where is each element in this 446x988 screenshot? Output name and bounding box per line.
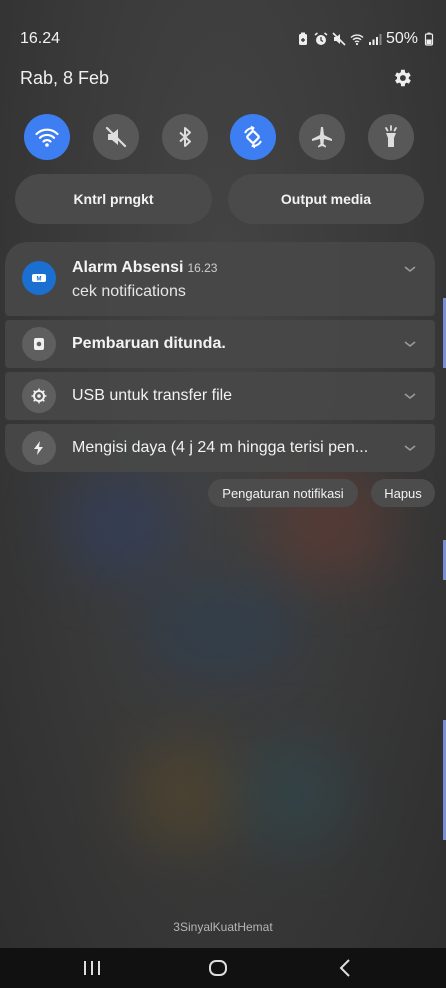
notification-title: Pembaruan ditunda. bbox=[72, 335, 226, 352]
device-control-button[interactable]: Kntrl prngkt bbox=[15, 174, 212, 224]
gear-icon[interactable] bbox=[391, 67, 413, 89]
notification-title: Alarm Absensi 16.23 bbox=[72, 259, 217, 277]
status-time: 16.24 bbox=[20, 30, 61, 47]
notification-time: 16.23 bbox=[187, 261, 218, 275]
battery-icon bbox=[422, 32, 436, 46]
sound-toggle[interactable] bbox=[92, 114, 139, 160]
notification-usb-transfer[interactable]: USB untuk transfer file bbox=[5, 372, 435, 420]
notification-update-deferred[interactable]: Pembaruan ditunda. bbox=[5, 320, 435, 368]
home-icon[interactable] bbox=[206, 956, 230, 980]
notification-charging[interactable]: Mengisi daya (4 j 24 m hingga terisi pen… bbox=[5, 424, 435, 472]
mute-icon bbox=[103, 124, 129, 150]
header-row: Rab, 8 Feb bbox=[20, 66, 413, 90]
recents-icon[interactable] bbox=[80, 956, 104, 980]
svg-text:M: M bbox=[37, 276, 42, 282]
wallpaper-blob bbox=[60, 470, 180, 580]
signal-icon bbox=[368, 32, 382, 46]
chevron-down-icon[interactable] bbox=[403, 443, 417, 453]
notification-alarm-absensi[interactable]: M Alarm Absensi 16.23 cek notifications bbox=[5, 242, 435, 316]
notification-text: cek notifications bbox=[72, 283, 186, 300]
device-control-label: Kntrl prngkt bbox=[73, 191, 154, 207]
notification-title: USB untuk transfer file bbox=[72, 387, 233, 404]
alarm-icon bbox=[314, 32, 328, 46]
chevron-down-icon[interactable] bbox=[403, 339, 417, 349]
media-output-button[interactable]: Output media bbox=[228, 174, 424, 224]
wifi-toggle[interactable] bbox=[24, 114, 70, 160]
airplane-icon bbox=[309, 124, 335, 150]
status-icons: 50% bbox=[296, 30, 436, 48]
bluetooth-icon bbox=[172, 124, 198, 150]
meet-app-icon: M bbox=[22, 261, 56, 295]
back-icon[interactable] bbox=[334, 956, 358, 980]
clear-all-button[interactable]: Hapus bbox=[371, 479, 435, 507]
bluetooth-toggle[interactable] bbox=[161, 114, 208, 160]
airplane-toggle[interactable] bbox=[299, 114, 346, 160]
battery-saver-icon bbox=[296, 32, 310, 46]
status-bar: 16.24 50% bbox=[20, 28, 436, 50]
usb-icon bbox=[22, 379, 56, 413]
auto-rotate-toggle[interactable] bbox=[230, 114, 277, 160]
flashlight-icon bbox=[378, 124, 404, 150]
wifi-icon bbox=[34, 124, 60, 150]
carrier-label: 3SinyalKuatHemat bbox=[173, 920, 273, 934]
notification-settings-button[interactable]: Pengaturan notifikasi bbox=[208, 479, 358, 507]
notification-settings-label: Pengaturan notifikasi bbox=[222, 485, 344, 501]
auto-rotate-icon bbox=[240, 124, 266, 150]
wallpaper-blob bbox=[130, 740, 240, 850]
chevron-down-icon[interactable] bbox=[403, 391, 417, 401]
flashlight-toggle[interactable] bbox=[367, 114, 414, 160]
chevron-down-icon[interactable] bbox=[403, 264, 417, 274]
wallpaper-blob bbox=[140, 580, 300, 680]
navigation-bar bbox=[0, 948, 446, 988]
notification-title-text: Alarm Absensi bbox=[72, 259, 184, 276]
notification-title: Mengisi daya (4 j 24 m hingga terisi pen… bbox=[72, 439, 369, 456]
wallpaper-blob bbox=[240, 740, 350, 850]
quick-settings bbox=[24, 114, 414, 160]
charging-icon bbox=[22, 431, 56, 465]
battery-percent: 50% bbox=[385, 30, 418, 47]
clear-all-label: Hapus bbox=[384, 485, 422, 501]
media-output-label: Output media bbox=[280, 191, 372, 207]
wifi-icon bbox=[350, 32, 364, 46]
update-icon bbox=[22, 327, 56, 361]
mute-icon bbox=[332, 32, 346, 46]
date-label: Rab, 8 Feb bbox=[20, 67, 110, 88]
